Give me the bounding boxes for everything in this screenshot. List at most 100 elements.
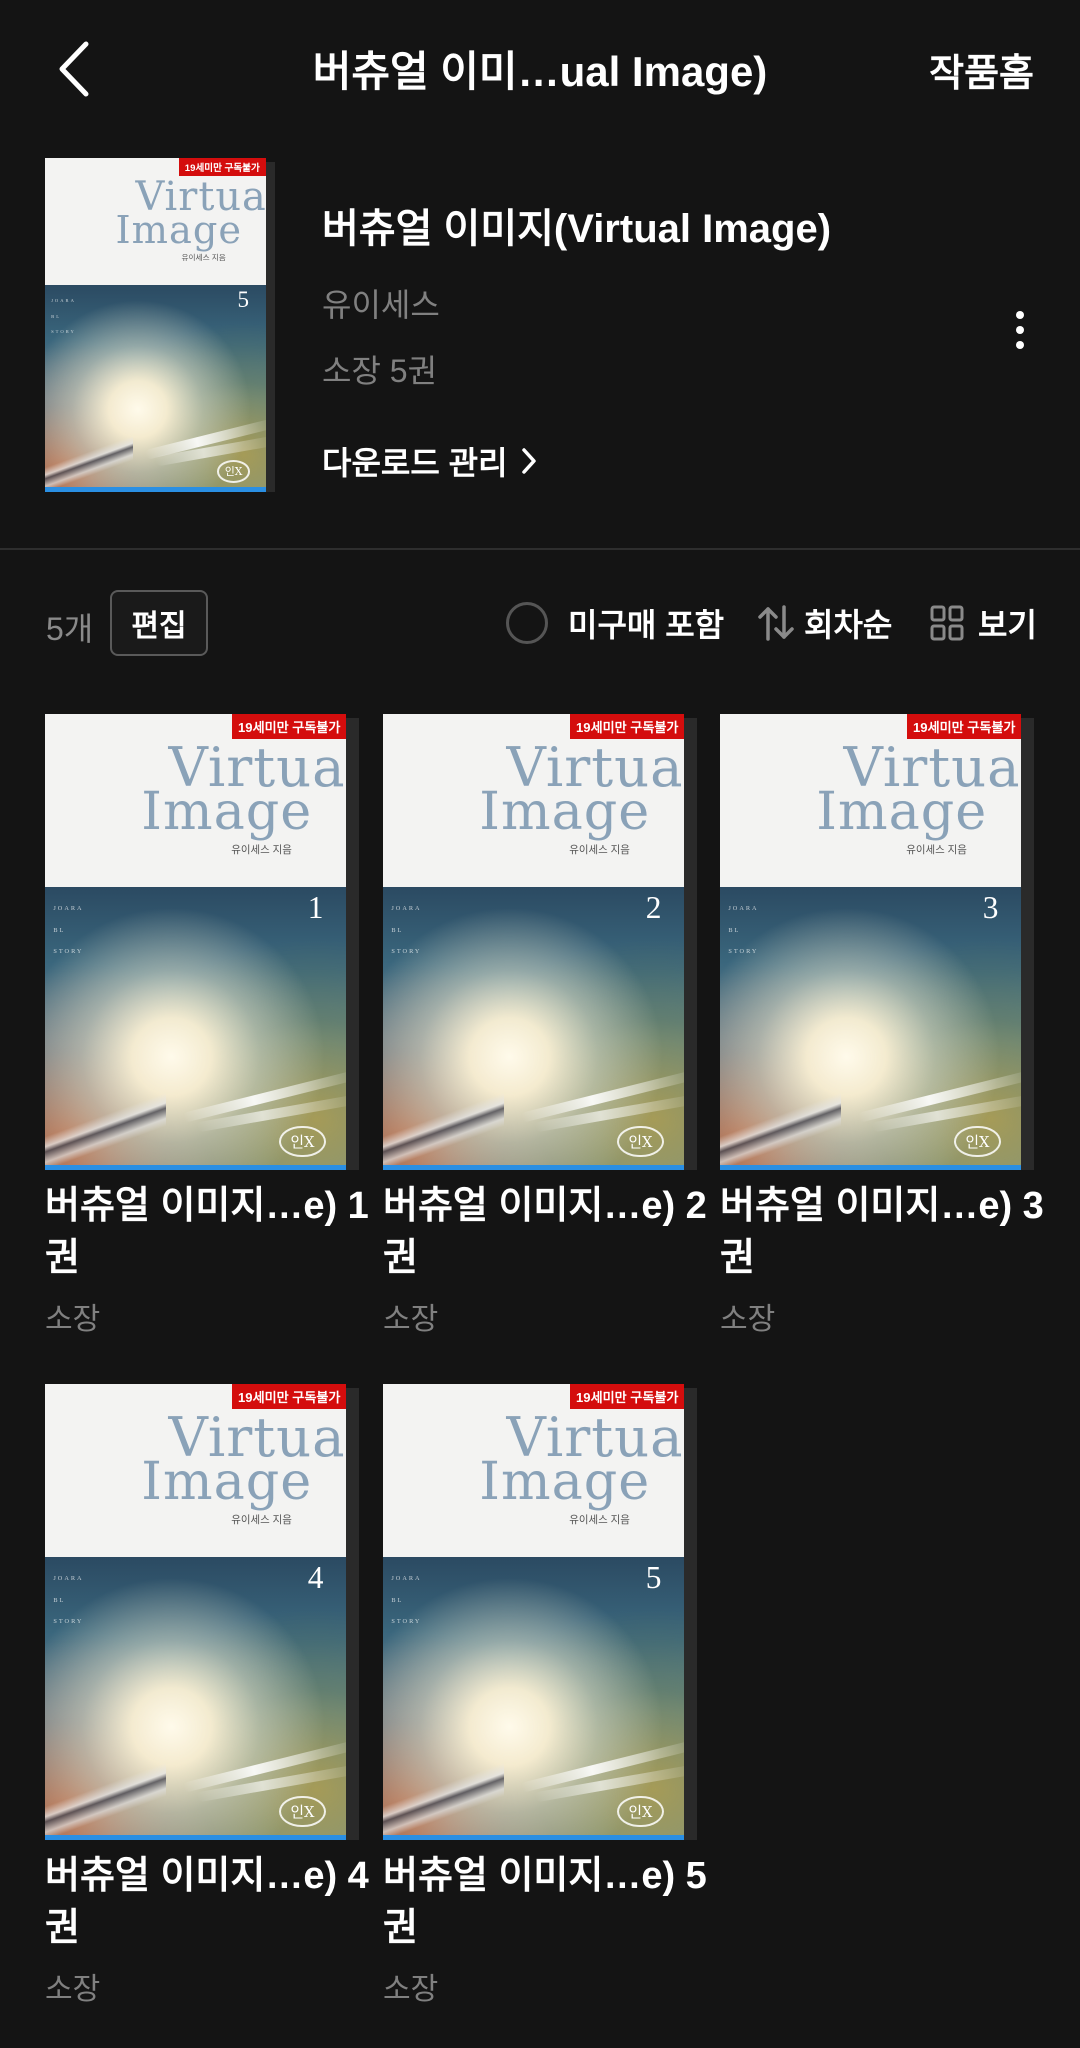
cover-spine-shadow xyxy=(346,718,359,1170)
cover-side-line: BL xyxy=(728,926,741,934)
download-manage-label: 다운로드 관리 xyxy=(322,445,508,481)
cover-side-line: JOARA xyxy=(51,297,76,303)
cover-title-line2: Image xyxy=(479,781,651,843)
cover-side-line: BL xyxy=(53,926,66,934)
item-count: 5개 xyxy=(46,611,94,647)
cover-side-text: JOARA BL STORY xyxy=(53,1568,83,1632)
cover-side-text: JOARA BL STORY xyxy=(51,293,76,340)
cover-side-line: JOARA xyxy=(391,905,422,913)
read-progress-bar xyxy=(45,1165,347,1170)
cover-side-line: JOARA xyxy=(728,905,759,913)
chevron-right-icon xyxy=(520,446,538,476)
cover-side-line: BL xyxy=(391,926,404,934)
cover-title-line2: Image xyxy=(115,207,243,253)
view-mode-button[interactable]: 보기 xyxy=(930,600,1037,646)
cover-author: 유이세스 지음 xyxy=(569,844,630,856)
book-cover-image: 19세미만 구독불가VirtualImage유이세스 지음JOARABLSTOR… xyxy=(45,1384,347,1840)
read-progress-bar xyxy=(720,1165,1022,1170)
cover-title-line2: Image xyxy=(141,1451,313,1513)
top-app-bar: 버츄얼 이미…ual Image) 작품홈 xyxy=(0,0,1080,140)
read-progress-bar xyxy=(383,1165,685,1170)
volume-cover[interactable]: 19세미만 구독불가 Virtual Image 유이세스 지음 JOARA BL STOR… xyxy=(383,1384,697,1840)
cover-side-line: JOARA xyxy=(53,1575,84,1583)
series-cover[interactable]: 19세미만 구독불가VirtualImage유이세스 지음JOARABLSTOR… xyxy=(45,158,275,492)
cover-decoration xyxy=(45,1085,166,1170)
read-progress-bar xyxy=(45,1835,347,1840)
divider xyxy=(0,548,1080,550)
book-cover-image: 19세미만 구독불가VirtualImage유이세스 지음JOARABLSTOR… xyxy=(45,158,266,492)
volume-title: 버츄얼 이미지…e) 5권 xyxy=(383,1855,707,1949)
cover-title-line2: Image xyxy=(141,781,313,843)
cover-spine-shadow xyxy=(265,162,275,492)
list-toolbar: 5개 편집 미구매 포함 회차순 보기 xyxy=(0,588,1080,658)
cover-author: 유이세스 지음 xyxy=(569,1514,630,1526)
cover-spine-shadow xyxy=(684,1388,697,1840)
series-header: 19세미만 구독불가VirtualImage유이세스 지음JOARABLSTOR… xyxy=(0,140,1080,550)
cover-spine-shadow xyxy=(684,718,697,1170)
back-button[interactable] xyxy=(44,34,104,104)
sort-button[interactable]: 회차순 xyxy=(756,600,892,646)
radio-icon xyxy=(506,602,548,644)
cover-side-line: STORY xyxy=(728,947,759,955)
cover-decoration xyxy=(383,1085,504,1170)
cover-author: 유이세스 지음 xyxy=(231,844,292,856)
publisher-logo: 인X xyxy=(279,1126,326,1158)
volume-status: 소장 xyxy=(45,1973,101,2006)
volume-title: 버츄얼 이미지…e) 2권 xyxy=(383,1185,707,1279)
cover-side-line: STORY xyxy=(391,1617,422,1625)
volume-cover[interactable]: 19세미만 구독불가 Virtual Image 유이세스 지음 JOARA BL STOR… xyxy=(383,714,697,1170)
publisher-logo: 인X xyxy=(216,459,251,483)
cover-author: 유이세스 지음 xyxy=(181,252,226,262)
book-cover-image: 19세미만 구독불가VirtualImage유이세스 지음JOARABLSTOR… xyxy=(383,1384,685,1840)
publisher-logo: 인X xyxy=(617,1796,664,1828)
volume-title: 버츄얼 이미지…e) 1권 xyxy=(45,1185,369,1279)
volume-status: 소장 xyxy=(383,1973,439,2006)
volume-cover[interactable]: 19세미만 구독불가 Virtual Image 유이세스 지음 JOARA BL STOR… xyxy=(45,1384,359,1840)
cover-volume-number: 4 xyxy=(307,1559,324,1595)
book-cover-image: 19세미만 구독불가VirtualImage유이세스 지음JOARABLSTOR… xyxy=(383,714,685,1170)
volume-title: 버츄얼 이미지…e) 4권 xyxy=(45,1855,369,1949)
cover-side-text: JOARA BL STORY xyxy=(53,898,83,962)
series-title: 버츄얼 이미지(Virtual Image) xyxy=(322,207,832,251)
cover-decoration xyxy=(383,1755,504,1840)
view-label: 보기 xyxy=(978,607,1037,643)
cover-side-text: JOARA BL STORY xyxy=(391,898,421,962)
cover-volume-number: 3 xyxy=(982,889,999,925)
cover-side-line: BL xyxy=(53,1596,66,1604)
book-cover-image: 19세미만 구독불가VirtualImage유이세스 지음JOARABLSTOR… xyxy=(720,714,1022,1170)
series-author: 유이세스 xyxy=(322,287,440,323)
cover-title-line2: Image xyxy=(816,781,988,843)
read-progress-bar xyxy=(45,487,266,492)
series-info: 버츄얼 이미지(Virtual Image) 유이세스 소장 5권 다운로드 관… xyxy=(322,196,831,484)
series-home-link[interactable]: 작품홈 xyxy=(929,42,1034,97)
read-progress-bar xyxy=(383,1835,685,1840)
cover-side-line: JOARA xyxy=(391,1575,422,1583)
cover-side-line: STORY xyxy=(391,947,422,955)
cover-title-line2: Image xyxy=(479,1451,651,1513)
publisher-logo: 인X xyxy=(954,1126,1001,1158)
page-title: 버츄얼 이미…ual Image) xyxy=(312,48,768,95)
cover-spine-shadow xyxy=(1021,718,1034,1170)
publisher-logo: 인X xyxy=(617,1126,664,1158)
volume-cover[interactable]: 19세미만 구독불가 Virtual Image 유이세스 지음 JOARA BL STOR… xyxy=(720,714,1034,1170)
grid-view-icon xyxy=(930,605,964,641)
more-dot-icon xyxy=(1016,311,1024,319)
volume-cover[interactable]: 19세미만 구독불가 Virtual Image 유이세스 지음 JOARA BL STOR… xyxy=(45,714,359,1170)
cover-volume-number: 1 xyxy=(307,889,324,925)
owned-count: 소장 5권 xyxy=(322,353,438,389)
cover-author: 유이세스 지음 xyxy=(906,844,967,856)
include-unpurchased-toggle[interactable]: 미구매 포함 xyxy=(506,600,724,646)
volume-status: 소장 xyxy=(383,1303,439,1336)
download-manage-link[interactable]: 다운로드 관리 xyxy=(322,438,831,484)
volume-title: 버츄얼 이미지…e) 3권 xyxy=(720,1185,1044,1279)
volume-status: 소장 xyxy=(45,1303,101,1336)
edit-button[interactable]: 편집 xyxy=(110,590,208,656)
cover-side-line: JOARA xyxy=(53,905,84,913)
book-cover-image: 19세미만 구독불가VirtualImage유이세스 지음JOARABLSTOR… xyxy=(45,714,347,1170)
cover-decoration xyxy=(720,1085,841,1170)
cover-side-line: STORY xyxy=(53,1617,84,1625)
more-options-button[interactable] xyxy=(1000,300,1040,360)
chevron-left-icon xyxy=(59,41,89,97)
include-unpurchased-label: 미구매 포함 xyxy=(568,607,725,643)
cover-decoration xyxy=(45,429,134,492)
